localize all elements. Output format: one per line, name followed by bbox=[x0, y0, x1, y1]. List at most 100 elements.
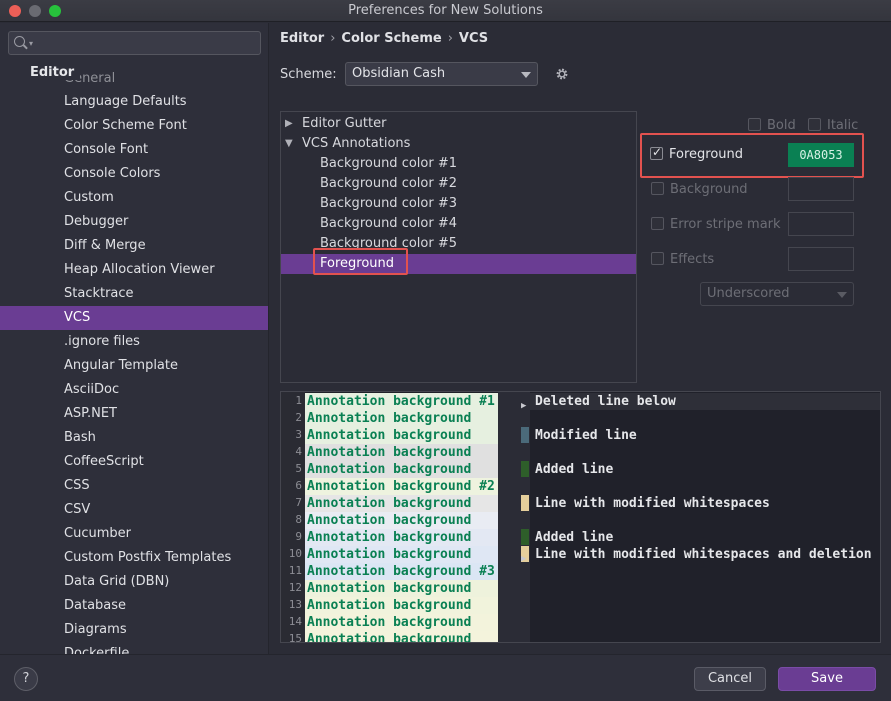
bold-checkbox[interactable]: Bold bbox=[748, 118, 796, 133]
breadcrumb-separator: › bbox=[330, 31, 336, 46]
sidebar-item-diagrams[interactable]: Diagrams bbox=[0, 618, 268, 642]
code-line-added: Added line bbox=[535, 530, 614, 545]
color-tree: ▶ Editor Gutter ▼ VCS Annotations Backgr… bbox=[280, 111, 637, 383]
line-number: 13 bbox=[288, 598, 302, 611]
sidebar-item-asp-net[interactable]: ASP.NET bbox=[0, 402, 268, 426]
settings-sidebar: ▾ General Editor Language Defaults Color … bbox=[0, 23, 269, 654]
line-number: 4 bbox=[295, 445, 302, 458]
error-stripe-color-swatch[interactable] bbox=[788, 212, 854, 236]
background-color-swatch[interactable] bbox=[788, 177, 854, 201]
scheme-dropdown[interactable]: Obsidian Cash bbox=[345, 62, 538, 86]
sidebar-item-debugger[interactable]: Debugger bbox=[0, 210, 268, 234]
annotation-line: Annotation background #2 bbox=[305, 478, 498, 495]
line-number: 3 bbox=[295, 428, 302, 441]
chevron-down-icon bbox=[837, 292, 847, 298]
deleted-line-marker-icon: ▶ bbox=[521, 401, 527, 411]
effects-style-dropdown[interactable]: Underscored bbox=[700, 282, 854, 306]
added-line-marker bbox=[521, 529, 529, 545]
sidebar-item-heap-allocation-viewer[interactable]: Heap Allocation Viewer bbox=[0, 258, 268, 282]
scheme-label: Scheme: bbox=[280, 67, 337, 82]
deleted-line-marker-icon: ▶ bbox=[521, 554, 527, 564]
foreground-checkbox[interactable]: Foreground bbox=[650, 145, 743, 162]
line-number: 10 bbox=[288, 547, 302, 560]
line-number: 11 bbox=[288, 564, 302, 577]
foreground-color-swatch[interactable]: 0A8053 bbox=[788, 143, 854, 167]
tree-node-background-4[interactable]: Background color #4 bbox=[281, 214, 636, 234]
effects-color-swatch[interactable] bbox=[788, 247, 854, 271]
scheme-value: Obsidian Cash bbox=[352, 66, 446, 81]
sidebar-item-dockerfile[interactable]: Dockerfile bbox=[0, 642, 268, 654]
annotation-line: Annotation background bbox=[305, 597, 498, 614]
dialog-footer: ? Cancel Save bbox=[0, 654, 891, 701]
chevron-down-icon: ▾ bbox=[29, 39, 34, 48]
minimize-window-button[interactable] bbox=[29, 5, 41, 17]
line-number: 1 bbox=[295, 394, 302, 407]
sidebar-item-console-font[interactable]: Console Font bbox=[0, 138, 268, 162]
code-line-modified: Modified line bbox=[535, 428, 637, 443]
sidebar-list: Language Defaults Color Scheme Font Consol… bbox=[0, 90, 268, 654]
error-stripe-checkbox[interactable]: Error stripe mark bbox=[651, 217, 781, 232]
tree-node-background-1[interactable]: Background color #1 bbox=[281, 154, 636, 174]
italic-checkbox[interactable]: Italic bbox=[808, 118, 858, 133]
sidebar-item-custom[interactable]: Custom bbox=[0, 186, 268, 210]
tree-node-background-5[interactable]: Background color #5 bbox=[281, 234, 636, 254]
expand-arrow-icon[interactable]: ▶ bbox=[285, 114, 293, 134]
tree-node-background-2[interactable]: Background color #2 bbox=[281, 174, 636, 194]
annotation-line: Annotation background bbox=[305, 410, 498, 427]
annotation-line: Annotation background bbox=[305, 512, 498, 529]
annotation-line: Annotation background bbox=[305, 546, 498, 563]
line-number: 9 bbox=[295, 530, 302, 543]
zoom-window-button[interactable] bbox=[49, 5, 61, 17]
tree-node-vcs-annotations[interactable]: ▼ VCS Annotations bbox=[281, 134, 636, 154]
chevron-down-icon bbox=[521, 72, 531, 78]
settings-search-input[interactable]: ▾ bbox=[8, 31, 261, 55]
line-number: 14 bbox=[288, 615, 302, 628]
sidebar-item-angular-template[interactable]: Angular Template bbox=[0, 354, 268, 378]
sidebar-item-cucumber[interactable]: Cucumber bbox=[0, 522, 268, 546]
line-number: 5 bbox=[295, 462, 302, 475]
collapse-arrow-icon[interactable]: ▼ bbox=[285, 134, 293, 154]
sidebar-item-csv[interactable]: CSV bbox=[0, 498, 268, 522]
line-number: 6 bbox=[295, 479, 302, 492]
sidebar-item-color-scheme-font[interactable]: Color Scheme Font bbox=[0, 114, 268, 138]
sidebar-item-database[interactable]: Database bbox=[0, 594, 268, 618]
sidebar-item-ignore-files[interactable]: .ignore files bbox=[0, 330, 268, 354]
sidebar-item-asciidoc[interactable]: AsciiDoc bbox=[0, 378, 268, 402]
annotation-line: Annotation background bbox=[305, 580, 498, 597]
annotation-line: Annotation background #3 bbox=[305, 563, 498, 580]
sidebar-item-console-colors[interactable]: Console Colors bbox=[0, 162, 268, 186]
code-line-whitespace-deletion: Line with modified whitespaces and delet… bbox=[535, 547, 872, 562]
annotation-line: Annotation background bbox=[305, 444, 498, 461]
sidebar-section-editor[interactable]: Editor bbox=[30, 65, 81, 80]
gear-icon[interactable] bbox=[555, 67, 569, 81]
whitespace-line-marker bbox=[521, 495, 529, 511]
annotation-line: Annotation background #1 bbox=[305, 393, 498, 410]
tree-node-background-3[interactable]: Background color #3 bbox=[281, 194, 636, 214]
breadcrumb-separator: › bbox=[447, 31, 453, 46]
annotation-line: Annotation background bbox=[305, 427, 498, 444]
code-line-added: Added line bbox=[535, 462, 614, 477]
sidebar-item-css[interactable]: CSS bbox=[0, 474, 268, 498]
checkbox-checked-icon bbox=[650, 145, 663, 160]
background-checkbox[interactable]: Background bbox=[651, 182, 748, 197]
tree-node-editor-gutter[interactable]: ▶ Editor Gutter bbox=[281, 114, 636, 134]
sidebar-item-vcs[interactable]: VCS bbox=[0, 306, 268, 330]
sidebar-item-bash[interactable]: Bash bbox=[0, 426, 268, 450]
tree-node-foreground[interactable]: Foreground bbox=[281, 254, 636, 274]
close-window-button[interactable] bbox=[9, 5, 21, 17]
sidebar-item-diff-merge[interactable]: Diff & Merge bbox=[0, 234, 268, 258]
breadcrumb-color-scheme: Color Scheme bbox=[341, 31, 442, 46]
sidebar-item-stacktrace[interactable]: Stacktrace bbox=[0, 282, 268, 306]
line-number: 8 bbox=[295, 513, 302, 526]
effects-checkbox[interactable]: Effects bbox=[651, 252, 714, 267]
sidebar-item-language-defaults[interactable]: Language Defaults bbox=[0, 90, 268, 114]
title-bar: Preferences for New Solutions bbox=[0, 0, 891, 22]
sidebar-item-coffeescript[interactable]: CoffeeScript bbox=[0, 450, 268, 474]
annotation-line: Annotation background bbox=[305, 614, 498, 631]
cancel-button[interactable]: Cancel bbox=[694, 667, 766, 691]
save-button[interactable]: Save bbox=[778, 667, 876, 691]
annotation-line: Annotation background bbox=[305, 495, 498, 512]
sidebar-item-data-grid-dbn[interactable]: Data Grid (DBN) bbox=[0, 570, 268, 594]
sidebar-item-custom-postfix-templates[interactable]: Custom Postfix Templates bbox=[0, 546, 268, 570]
help-button[interactable]: ? bbox=[14, 667, 38, 691]
